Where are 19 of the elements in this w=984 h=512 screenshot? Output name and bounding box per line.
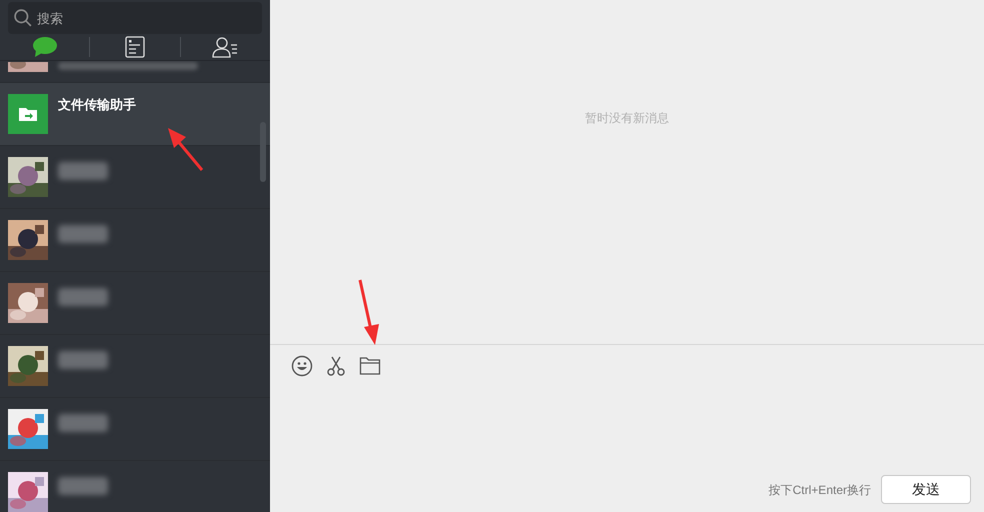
blurred-name (58, 477, 108, 495)
contact-name: 文件传输助手 (58, 96, 136, 114)
annotation-arrow (168, 128, 204, 171)
annotation-arrow (358, 280, 379, 345)
blurred-name (58, 225, 108, 243)
blurred-name (58, 414, 108, 432)
blurred-name (58, 351, 108, 369)
empty-message: 暂时没有新消息 (585, 110, 669, 125)
chat-list-item[interactable]: 文件传输助手 (0, 83, 270, 146)
chat-list-item[interactable] (0, 61, 270, 83)
folder-icon (8, 94, 48, 134)
emoji-icon[interactable] (290, 354, 314, 378)
blurred-name (58, 288, 108, 306)
search-icon (14, 9, 32, 27)
blurred-name (58, 162, 108, 180)
search-field[interactable]: 搜索 (8, 2, 262, 34)
send-button[interactable]: 发送 (881, 475, 971, 504)
scrollbar[interactable] (260, 122, 266, 182)
shortcut-hint: 按下Ctrl+Enter换行 (768, 482, 871, 498)
